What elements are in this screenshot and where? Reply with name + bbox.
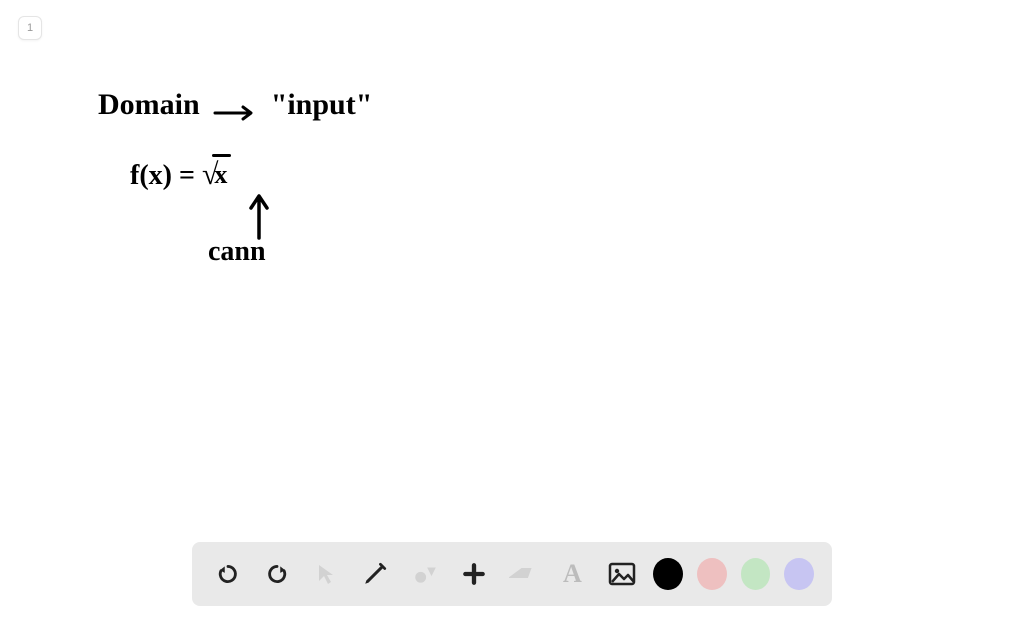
shapes-tool-button[interactable]	[407, 555, 442, 593]
arrow-up-icon	[246, 190, 272, 240]
cursor-icon	[314, 562, 338, 586]
eraser-tool-button[interactable]	[506, 555, 541, 593]
redo-button[interactable]	[259, 555, 294, 593]
text-input: "input"	[271, 88, 373, 121]
pencil-icon	[362, 561, 388, 587]
handwriting-line-3: cann	[208, 236, 266, 268]
handwriting-line-2: f(x) = √ x	[130, 158, 227, 192]
text-cann: cann	[208, 236, 266, 267]
select-tool-button[interactable]	[309, 555, 344, 593]
image-tool-button[interactable]	[604, 555, 639, 593]
arrow-right-icon	[213, 97, 257, 117]
drawing-toolbar: A	[192, 542, 832, 606]
sqrt-argument: x	[214, 158, 227, 190]
sqrt-expression: √ x	[202, 158, 227, 190]
color-green-button[interactable]	[741, 558, 771, 590]
handwriting-line-1: Domain "input"	[98, 88, 372, 122]
undo-button[interactable]	[210, 555, 245, 593]
pen-tool-button[interactable]	[358, 555, 393, 593]
eraser-icon	[509, 564, 537, 584]
add-button[interactable]	[456, 555, 491, 593]
color-black-button[interactable]	[653, 558, 683, 590]
color-red-button[interactable]	[697, 558, 727, 590]
text-icon: A	[563, 559, 582, 589]
text-tool-button[interactable]: A	[555, 555, 590, 593]
whiteboard-canvas[interactable]: Domain "input" f(x) = √ x cann	[0, 0, 1024, 624]
image-icon	[608, 562, 636, 586]
shapes-icon	[412, 561, 438, 587]
redo-icon	[264, 561, 290, 587]
text-domain: Domain	[98, 88, 200, 121]
text-fx-equals: f(x) =	[130, 160, 195, 191]
color-purple-button[interactable]	[784, 558, 814, 590]
undo-icon	[215, 561, 241, 587]
plus-icon	[461, 561, 487, 587]
